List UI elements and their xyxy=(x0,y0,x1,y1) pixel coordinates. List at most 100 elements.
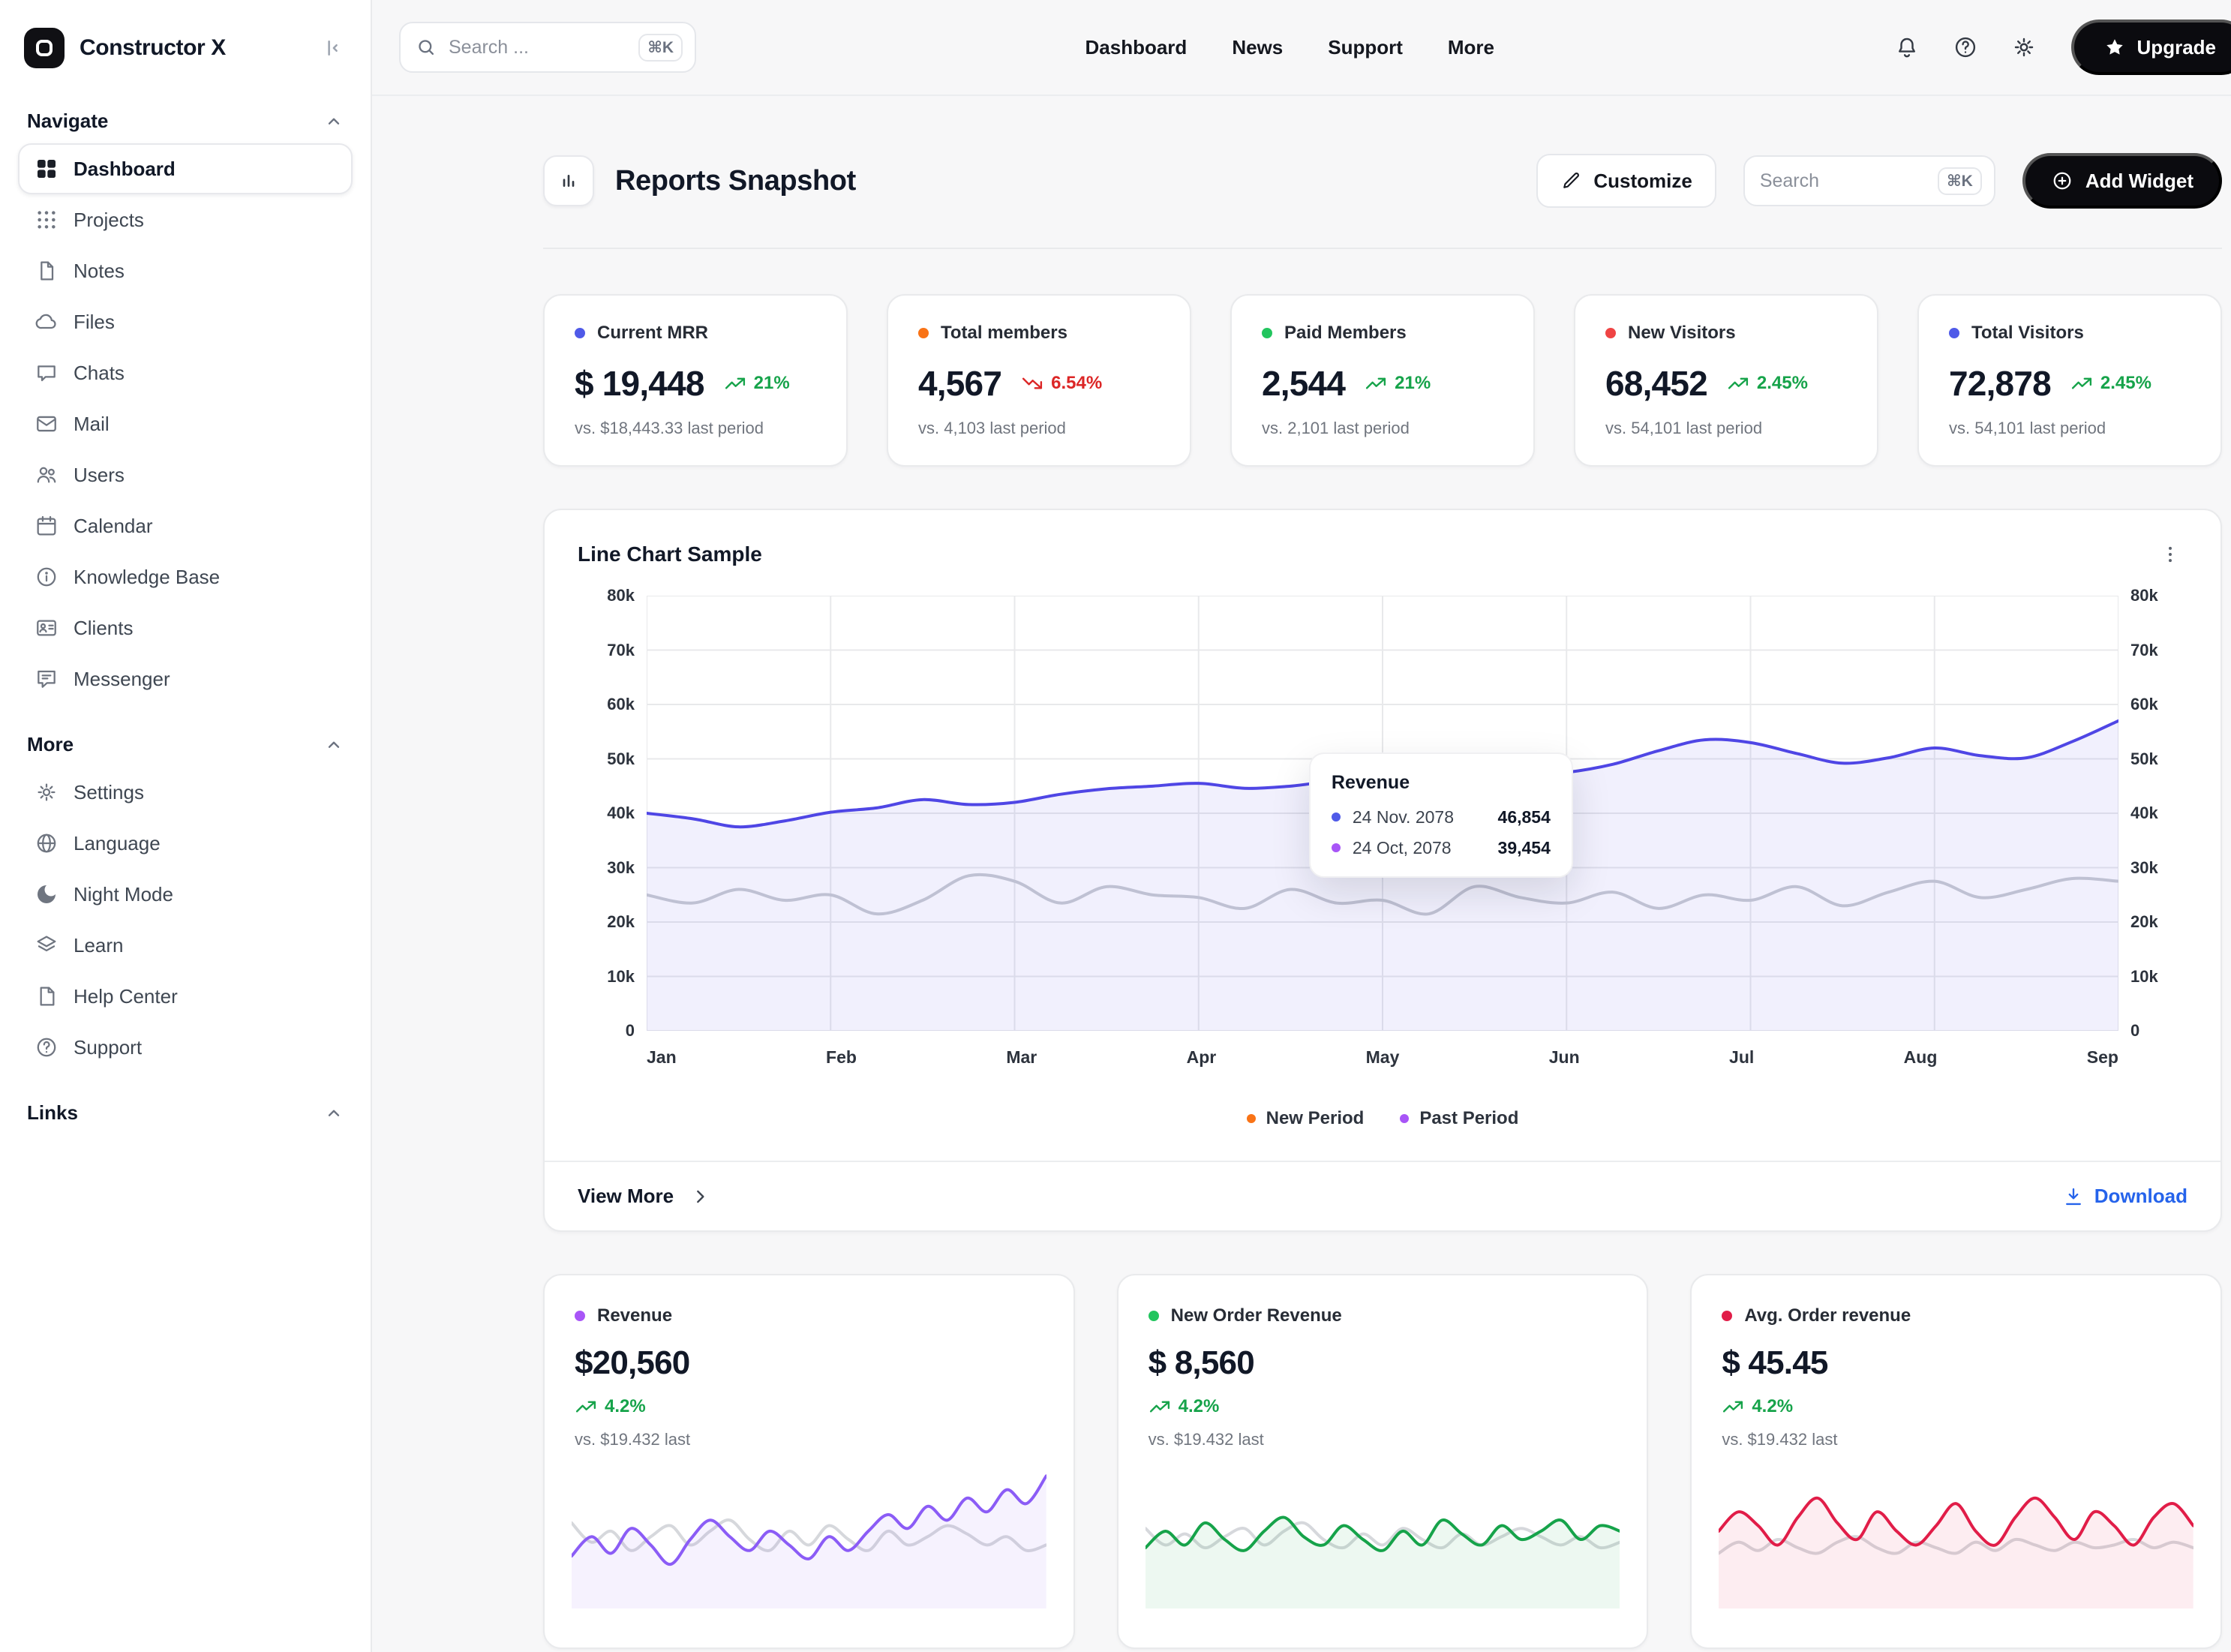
sidebar-item-label: Chats xyxy=(74,361,125,384)
bell-icon[interactable] xyxy=(1884,24,1930,71)
gear-icon xyxy=(35,780,59,804)
line-chart-plot[interactable]: Revenue 24 Nov. 2078 46,854 24 Oct, 2078… xyxy=(647,596,2118,1031)
add-widget-label: Add Widget xyxy=(2085,169,2193,192)
global-search: ⌘K xyxy=(399,22,696,73)
upgrade-button[interactable]: Upgrade xyxy=(2070,20,2231,75)
chevron-up-icon xyxy=(324,1104,344,1123)
question-circle-icon xyxy=(35,1035,59,1059)
y-axis-right: 80k 70k 60k 50k 40k 30k 20k 10k 0 xyxy=(2130,586,2158,1040)
sidebar-item-label: Users xyxy=(74,463,125,486)
stat-trend: 21% xyxy=(724,372,790,395)
new-order-sparkline xyxy=(1145,1470,1620,1608)
legend-dot xyxy=(1400,1114,1410,1123)
top-nav-dashboard[interactable]: Dashboard xyxy=(1085,36,1188,59)
bottom-cards-row: Revenue $20,560 4.2% vs. $19.432 last Ne… xyxy=(543,1274,2222,1649)
chart-tooltip: Revenue 24 Nov. 2078 46,854 24 Oct, 2078… xyxy=(1308,752,1573,878)
top-nav-news[interactable]: News xyxy=(1232,36,1283,59)
sidebar-item-label: Clients xyxy=(74,616,134,639)
stat-card-total-members: Total members 4,567 6.54% vs. 4,103 last… xyxy=(887,294,1191,467)
legend-dot xyxy=(1246,1114,1256,1123)
sidebar-item-clients[interactable]: Clients xyxy=(18,602,353,653)
sidebar-item-label: Calendar xyxy=(74,514,153,537)
section-label: Links xyxy=(27,1101,78,1124)
sidebar-section-links[interactable]: Links xyxy=(18,1091,353,1135)
sidebar-item-messenger[interactable]: Messenger xyxy=(18,653,353,704)
trending-up-icon xyxy=(575,1395,597,1418)
tooltip-dot xyxy=(1331,843,1341,853)
shortcut-badge: ⌘K xyxy=(1938,167,1982,195)
card-value: $ 8,560 xyxy=(1148,1344,1255,1381)
sidebar-item-files[interactable]: Files xyxy=(18,296,353,347)
sidebar-item-support[interactable]: Support xyxy=(18,1022,353,1073)
sidebar-item-chats[interactable]: Chats xyxy=(18,347,353,398)
stat-card-current-mrr: Current MRR $ 19,448 21% vs. $18,443.33 … xyxy=(543,294,848,467)
moon-icon xyxy=(35,882,59,906)
sidebar-section-more[interactable]: More xyxy=(18,722,353,767)
header-divider xyxy=(543,248,2222,249)
stat-dot xyxy=(575,328,585,338)
card-dot xyxy=(575,1311,585,1321)
chart-card-footer: View More Download xyxy=(545,1161,2220,1230)
section-label: More xyxy=(27,733,74,755)
trending-up-icon xyxy=(1365,372,1387,395)
sidebar-item-label: Language xyxy=(74,831,161,855)
add-widget-button[interactable]: Add Widget xyxy=(2022,153,2222,209)
sidebar-item-notes[interactable]: Notes xyxy=(18,245,353,296)
page-header: Reports Snapshot Customize ⌘K Add Widget xyxy=(543,96,2222,248)
search-input[interactable] xyxy=(449,36,627,59)
top-nav-more[interactable]: More xyxy=(1448,36,1494,59)
widget-search-input[interactable] xyxy=(1759,170,1926,192)
download-link[interactable]: Download xyxy=(2063,1185,2187,1208)
sidebar-item-language[interactable]: Language xyxy=(18,818,353,869)
sidebar-item-knowledge-base[interactable]: Knowledge Base xyxy=(18,551,353,602)
legend-new-period[interactable]: New Period xyxy=(1246,1108,1364,1129)
sidebar-item-label: Knowledge Base xyxy=(74,565,221,588)
settings-gear-icon[interactable] xyxy=(2001,24,2047,71)
kebab-menu-icon[interactable] xyxy=(2153,537,2187,572)
stat-subtext: vs. 2,101 last period xyxy=(1262,419,1410,437)
stat-value: 68,452 xyxy=(1605,364,1708,403)
sidebar-item-help-center[interactable]: Help Center xyxy=(18,971,353,1022)
app-window: Constructor X Navigate Dashboard Project… xyxy=(0,0,2231,1652)
stat-dot xyxy=(1605,328,1616,338)
sidebar-item-label: Notes xyxy=(74,259,125,282)
help-icon[interactable] xyxy=(1942,24,1989,71)
chevron-up-icon xyxy=(324,112,344,131)
sidebar-item-night-mode[interactable]: Night Mode xyxy=(18,869,353,920)
card-trend: 4.2% xyxy=(575,1395,1043,1418)
brand: Constructor X xyxy=(18,15,353,81)
trending-up-icon xyxy=(1149,1395,1171,1418)
sidebar-item-learn[interactable]: Learn xyxy=(18,920,353,971)
trending-up-icon xyxy=(1727,372,1749,395)
trending-up-icon xyxy=(2070,372,2093,395)
legend-past-period[interactable]: Past Period xyxy=(1400,1108,1518,1129)
sidebar-item-calendar[interactable]: Calendar xyxy=(18,500,353,551)
sidebar-item-mail[interactable]: Mail xyxy=(18,398,353,449)
tooltip-date: 24 Oct, 2078 xyxy=(1352,837,1452,858)
stat-value: 2,544 xyxy=(1262,364,1346,403)
card-label: Avg. Order revenue xyxy=(1744,1305,1911,1326)
document-icon xyxy=(35,984,59,1008)
customize-button[interactable]: Customize xyxy=(1536,154,1716,208)
sidebar-section-navigate[interactable]: Navigate xyxy=(18,99,353,143)
topbar: ⌘K Dashboard News Support More Upgrade xyxy=(372,0,2231,96)
download-label: Download xyxy=(2094,1185,2187,1207)
dashboard-icon xyxy=(35,157,59,181)
sidebar-collapse-icon[interactable] xyxy=(318,34,347,62)
sidebar-item-settings[interactable]: Settings xyxy=(18,767,353,818)
tooltip-row: 24 Nov. 2078 46,854 xyxy=(1331,807,1551,828)
top-nav-support[interactable]: Support xyxy=(1328,36,1403,59)
stat-dot xyxy=(1262,328,1272,338)
widget-search: ⌘K xyxy=(1743,155,1995,206)
legend-label: Past Period xyxy=(1419,1108,1519,1128)
revenue-card: Revenue $20,560 4.2% vs. $19.432 last xyxy=(543,1274,1075,1649)
stat-label: New Visitors xyxy=(1628,323,1736,343)
topbar-actions: Upgrade xyxy=(1884,20,2231,75)
y-axis-left: 80k 70k 60k 50k 40k 30k 20k 10k 0 xyxy=(607,586,635,1040)
sidebar-item-dashboard[interactable]: Dashboard xyxy=(18,143,353,194)
sidebar-item-users[interactable]: Users xyxy=(18,449,353,500)
sidebar-item-projects[interactable]: Projects xyxy=(18,194,353,245)
view-more-link[interactable]: View More xyxy=(578,1185,710,1208)
download-icon xyxy=(2063,1186,2084,1207)
card-dot xyxy=(1148,1311,1159,1321)
